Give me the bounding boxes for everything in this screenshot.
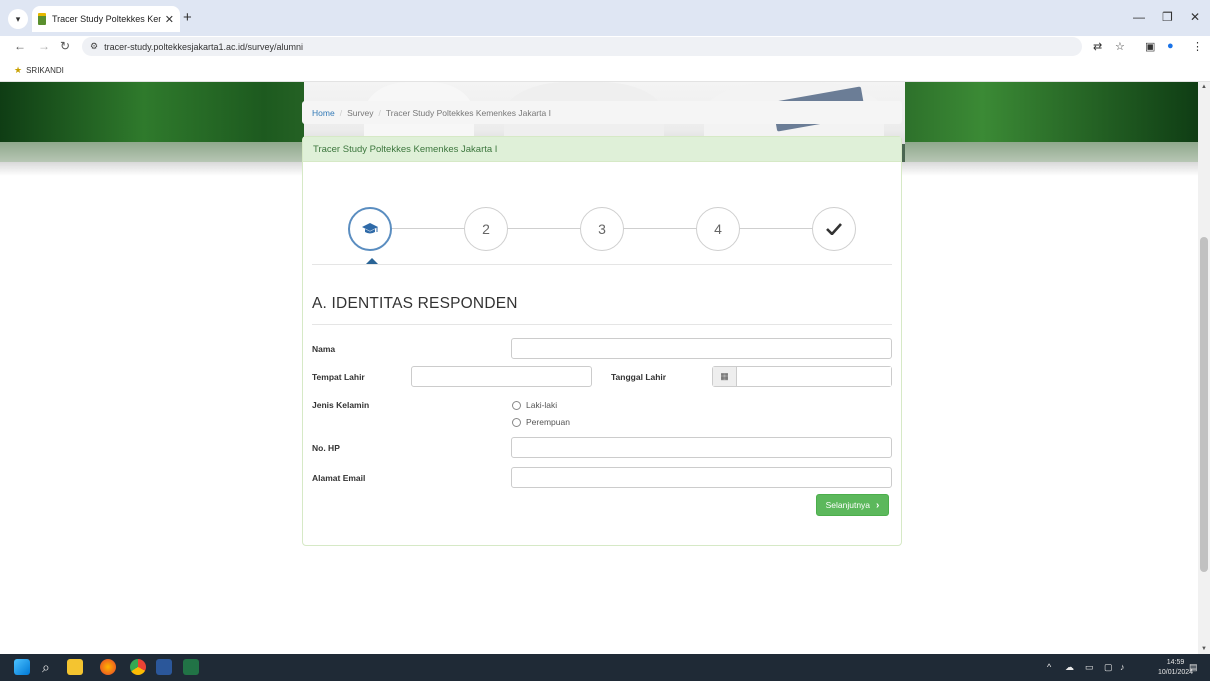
calendar-icon[interactable]: ▦ [713,367,737,386]
breadcrumb-separator: / [339,107,343,118]
wizard-step-2[interactable]: 2 [464,207,508,251]
section-divider [312,324,892,325]
network-icon[interactable]: ▭ [1085,662,1094,673]
nama-label: Nama [312,344,336,354]
restore-icon[interactable]: ❐ [1162,10,1173,24]
tab-list-icon[interactable]: ▾ [8,9,28,29]
tanggal-lahir-field[interactable]: ▦ [712,366,892,387]
display-icon[interactable]: ▢ [1104,662,1113,673]
email-input[interactable] [511,467,892,488]
gender-option-male[interactable]: Laki-laki [512,400,557,410]
notification-icon[interactable]: ▤ [1189,662,1198,673]
tab-title: Tracer Study Poltekkes Kemenk [52,14,161,24]
breadcrumb-home-link[interactable]: Home [312,108,335,118]
word-icon[interactable] [156,659,172,675]
graduation-cap-icon [362,223,378,234]
bookmark-label: SRIKANDI [26,66,64,75]
tanggal-lahir-input[interactable] [737,367,891,386]
firefox-icon[interactable] [100,659,116,675]
page-viewport: Home / Survey / Tracer Study Poltekkes K… [0,82,1198,654]
chevron-right-icon: › [876,499,880,511]
minimize-icon[interactable]: — [1133,10,1145,24]
section-title: A. IDENTITAS RESPONDEN [312,295,518,312]
gender-option-female[interactable]: Perempuan [512,417,570,427]
site-info-icon[interactable]: ⚙ [90,41,98,52]
nama-input[interactable] [511,338,892,359]
no-hp-input[interactable] [511,437,892,458]
system-clock[interactable]: 14:59 10/01/2024 [1158,658,1193,678]
chrome-icon[interactable] [130,659,146,675]
no-hp-label: No. HP [312,443,340,453]
wizard-step-3[interactable]: 3 [580,207,624,251]
browser-tab[interactable]: Tracer Study Poltekkes Kemenk ✕ [32,6,180,32]
next-button[interactable]: Selanjutnya › [816,494,889,516]
sidebar-icon[interactable]: ▣ [1145,40,1155,53]
close-icon[interactable]: ✕ [165,13,174,26]
star-icon[interactable]: ☆ [1115,40,1125,53]
volume-icon[interactable]: ♪ [1120,662,1125,672]
browser-tab-bar: ▾ Tracer Study Poltekkes Kemenk ✕ + — ❐ … [0,0,1210,36]
tempat-lahir-label: Tempat Lahir [312,372,365,382]
new-tab-icon[interactable]: + [183,9,192,26]
site-favicon-icon [38,13,46,25]
wizard-step-4[interactable]: 4 [696,207,740,251]
next-button-label: Selanjutnya [825,500,871,510]
radio-male[interactable] [512,400,521,410]
bookmarks-bar: ★ SRIKANDI [0,58,1210,82]
jenis-kelamin-label: Jenis Kelamin [312,400,370,410]
bookmark-item[interactable]: ★ SRIKANDI [14,65,64,76]
wizard-step-1[interactable] [348,207,392,251]
back-icon[interactable]: ← [14,39,26,53]
panel-title: Tracer Study Poltekkes Kemenkes Jakarta … [303,137,901,162]
breadcrumb-separator: / [378,107,381,118]
window-close-icon[interactable]: ✕ [1190,10,1200,24]
excel-icon[interactable] [183,659,199,675]
forward-icon[interactable]: → [38,39,50,53]
breadcrumb-survey-link[interactable]: Survey [347,108,373,118]
tray-chevron-icon[interactable]: ^ [1047,662,1051,672]
file-explorer-icon[interactable] [67,659,83,675]
email-label: Alamat Email [312,473,366,483]
clock-time: 14:59 [1166,659,1185,666]
clock-date: 10/01/2024 [1158,669,1194,676]
wizard-divider [312,264,892,265]
address-bar[interactable]: ⚙ tracer-study.poltekkesjakarta1.ac.id/s… [82,37,1082,56]
tanggal-lahir-label: Tanggal Lahir [611,372,667,382]
menu-icon[interactable]: ⋮ [1192,40,1203,53]
profile-icon[interactable]: ● [1167,40,1174,52]
check-icon [826,223,842,235]
breadcrumb: Home / Survey / Tracer Study Poltekkes K… [302,101,902,124]
url-text: tracer-study.poltekkesjakarta1.ac.id/sur… [104,41,303,52]
browser-toolbar: ← → ↻ ⚙ tracer-study.poltekkesjakarta1.a… [0,36,1210,58]
gender-option-label: Laki-laki [526,400,558,410]
page-scrollbar[interactable]: ▲ ▼ [1198,82,1210,654]
wizard-step-finish[interactable] [812,207,856,251]
cloud-icon[interactable]: ☁ [1065,662,1074,673]
scrollbar-thumb[interactable] [1200,237,1208,572]
windows-start-icon[interactable] [14,659,30,675]
os-taskbar: ⌕ ^ ☁ ▭ ▢ ♪ 14:59 10/01/2024 ▤ [0,654,1210,681]
tempat-lahir-input[interactable] [411,366,592,387]
scroll-up-icon[interactable]: ▲ [1201,84,1207,90]
scroll-down-icon[interactable]: ▼ [1201,646,1207,652]
search-icon[interactable]: ⌕ [42,659,50,676]
reload-icon[interactable]: ↻ [60,39,70,53]
gender-option-label: Perempuan [526,417,570,427]
radio-female[interactable] [512,417,521,427]
bookmark-icon: ★ [14,65,23,75]
breadcrumb-current: Tracer Study Poltekkes Kemenkes Jakarta … [385,107,551,118]
translate-icon[interactable]: ⇄ [1093,40,1102,53]
